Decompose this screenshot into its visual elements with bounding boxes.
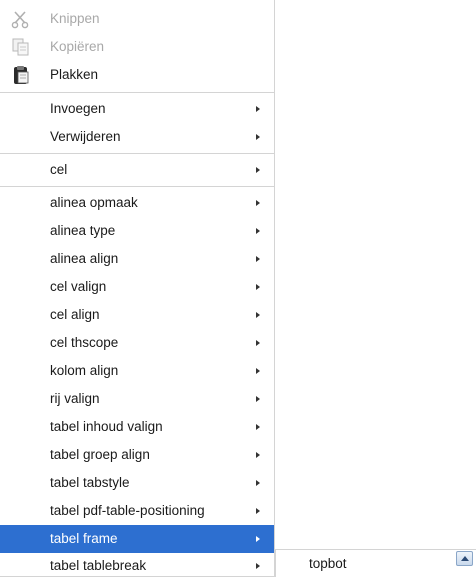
menu-item-label: alinea align xyxy=(50,251,119,266)
menu-item-label: tabel frame xyxy=(50,531,118,546)
menu-item-label: Verwijderen xyxy=(50,129,121,144)
menu-item-label: tabel inhoud valign xyxy=(50,419,163,434)
submenu-arrow-icon xyxy=(256,134,260,140)
menu-separator xyxy=(0,92,274,93)
scissors-icon xyxy=(11,11,29,29)
submenu-arrow-icon xyxy=(256,256,260,262)
screen: Knippen Kopiëren Plakken Invoegen Verwij… xyxy=(0,0,476,577)
paste-icon xyxy=(14,66,29,84)
menu-item-alinea-opmaak[interactable]: alinea opmaak xyxy=(0,189,274,217)
menu-item-label: alinea type xyxy=(50,223,116,238)
menu-item-tabel-pdf-table-positioning[interactable]: tabel pdf-table-positioning xyxy=(0,497,274,525)
submenu-arrow-icon xyxy=(256,480,260,486)
menu-item-insert[interactable]: Invoegen xyxy=(0,95,274,123)
menu-separator xyxy=(0,186,274,187)
submenu-item-topbot[interactable]: topbot xyxy=(276,552,456,576)
submenu-arrow-icon xyxy=(256,452,260,458)
menu-item-cel-align[interactable]: cel align xyxy=(0,301,274,329)
submenu-arrow-icon xyxy=(256,396,260,402)
menu-item-label: Knippen xyxy=(50,11,100,26)
menu-item-tabel-tabstyle[interactable]: tabel tabstyle xyxy=(0,469,274,497)
submenu-arrow-icon xyxy=(256,167,260,173)
submenu-arrow-icon xyxy=(256,424,260,430)
menu-item-label: tabel tablebreak xyxy=(50,558,147,573)
scroll-up-button[interactable] xyxy=(456,551,473,566)
menu-item-label: tabel groep align xyxy=(50,447,150,462)
menu-item-label: kolom align xyxy=(50,363,119,378)
context-menu: Knippen Kopiëren Plakken Invoegen Verwij… xyxy=(0,0,275,577)
menu-item-alinea-align[interactable]: alinea align xyxy=(0,245,274,273)
menu-item-tabel-inhoud-valign[interactable]: tabel inhoud valign xyxy=(0,413,274,441)
copy-icon xyxy=(12,38,29,56)
menu-item-label: tabel pdf-table-positioning xyxy=(50,503,205,518)
menu-item-cel-thscope[interactable]: cel thscope xyxy=(0,329,274,357)
menu-item-copy[interactable]: Kopiëren xyxy=(0,33,274,61)
menu-item-tabel-tablebreak[interactable]: tabel tablebreak xyxy=(0,552,274,577)
submenu-arrow-icon xyxy=(256,508,260,514)
menu-item-label: cel valign xyxy=(50,279,107,294)
submenu-scrollbar[interactable] xyxy=(456,550,474,577)
menu-item-paste[interactable]: Plakken xyxy=(0,61,274,89)
menu-item-cel-valign[interactable]: cel valign xyxy=(0,273,274,301)
menu-item-tabel-groep-align[interactable]: tabel groep align xyxy=(0,441,274,469)
menu-item-kolom-align[interactable]: kolom align xyxy=(0,357,274,385)
menu-item-cell[interactable]: cel xyxy=(0,156,274,184)
menu-item-cut[interactable]: Knippen xyxy=(0,5,274,33)
submenu-tabel-frame: topbot all xyxy=(275,549,476,577)
menu-item-label: Invoegen xyxy=(50,101,106,116)
menu-item-label: rij valign xyxy=(50,391,100,406)
submenu-arrow-icon xyxy=(256,200,260,206)
menu-item-label: cel align xyxy=(50,307,100,322)
menu-item-label: alinea opmaak xyxy=(50,195,138,210)
menu-item-delete[interactable]: Verwijderen xyxy=(0,123,274,151)
submenu-arrow-icon xyxy=(256,340,260,346)
submenu-arrow-icon xyxy=(256,368,260,374)
menu-item-rij-valign[interactable]: rij valign xyxy=(0,385,274,413)
submenu-arrow-icon xyxy=(256,536,260,542)
menu-item-alinea-type[interactable]: alinea type xyxy=(0,217,274,245)
submenu-arrow-icon xyxy=(256,284,260,290)
menu-item-tabel-frame[interactable]: tabel frame xyxy=(0,525,274,553)
submenu-arrow-icon xyxy=(256,228,260,234)
menu-item-label: Kopiëren xyxy=(50,39,105,54)
submenu-item-label: topbot xyxy=(309,556,347,571)
menu-item-label: tabel tabstyle xyxy=(50,475,130,490)
menu-item-label: cel xyxy=(50,162,68,177)
menu-separator xyxy=(0,153,274,154)
arrow-up-icon xyxy=(461,556,469,561)
submenu-arrow-icon xyxy=(256,563,260,569)
menu-item-label: cel thscope xyxy=(50,335,119,350)
submenu-arrow-icon xyxy=(256,312,260,318)
submenu-arrow-icon xyxy=(256,106,260,112)
menu-item-label: Plakken xyxy=(50,67,99,82)
